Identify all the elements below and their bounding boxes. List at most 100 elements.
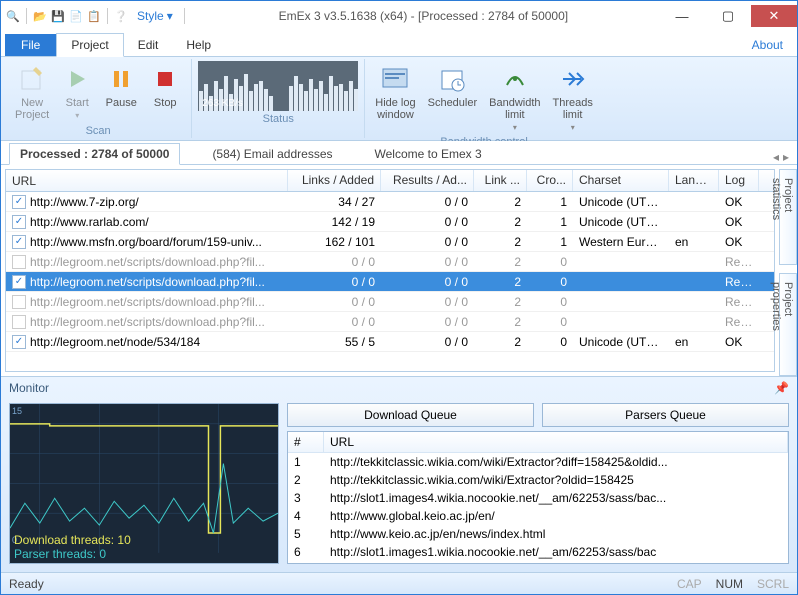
cell-results: 0 / 0 — [381, 333, 474, 351]
download-queue-button[interactable]: Download Queue — [287, 403, 534, 427]
row-checkbox[interactable] — [12, 235, 26, 249]
pin-icon[interactable]: 📌 — [774, 381, 789, 395]
minimize-button[interactable]: — — [659, 5, 705, 27]
cell-charset: Western Europ... — [573, 233, 669, 251]
cell-charset — [573, 300, 669, 304]
row-checkbox[interactable] — [12, 295, 26, 309]
bandwidth-icon — [499, 63, 531, 95]
col-link[interactable]: Link ... — [474, 170, 527, 191]
queue-row[interactable]: 4http://www.global.keio.ac.jp/en/ — [288, 507, 788, 525]
window-controls: — ▢ ✕ — [659, 5, 797, 27]
col-cro[interactable]: Cro... — [527, 170, 573, 191]
cell-link: 2 — [474, 313, 527, 331]
cell-url: http://www.rarlab.com/ — [30, 215, 149, 229]
cell-links: 0 / 0 — [288, 313, 381, 331]
statusbar: Ready CAP NUM SCRL — [1, 572, 797, 594]
maximize-button[interactable]: ▢ — [705, 5, 751, 27]
graph-legend: Download threads: 10 Parser threads: 0 — [14, 533, 131, 561]
start-button[interactable]: Start ▾ — [57, 61, 97, 122]
queue-url: http://slot1.images1.wikia.nocookie.net/… — [324, 544, 788, 560]
row-checkbox[interactable] — [12, 215, 26, 229]
cell-url: http://legroom.net/scripts/download.php?… — [30, 255, 265, 269]
pause-button[interactable]: Pause — [101, 61, 141, 111]
help-menu[interactable]: Help — [172, 34, 225, 56]
table-row[interactable]: http://legroom.net/scripts/download.php?… — [6, 312, 774, 332]
col-log[interactable]: Log — [719, 170, 759, 191]
cell-lang — [669, 200, 719, 204]
queue-row[interactable]: 2http://tekkitclassic.wikia.com/wiki/Ext… — [288, 471, 788, 489]
about-link[interactable]: About — [742, 34, 793, 56]
tab-prev-icon[interactable]: ◂ — [773, 150, 779, 164]
scheduler-icon — [436, 63, 468, 95]
threads-limit-button[interactable]: Threads limit ▾ — [549, 61, 597, 134]
cell-log: OK — [719, 213, 759, 231]
status-graph: 263 KB/s — [198, 61, 358, 111]
ribbon-bandwidth-group: Hide log window Scheduler Bandwidth limi… — [365, 59, 603, 138]
close-button[interactable]: ✕ — [751, 5, 797, 27]
main-content: URL Links / Added Results / Ad... Link .… — [1, 165, 797, 376]
cell-links: 162 / 101 — [288, 233, 381, 251]
scheduler-button[interactable]: Scheduler — [424, 61, 482, 111]
table-row[interactable]: http://legroom.net/scripts/download.php?… — [6, 272, 774, 292]
col-url[interactable]: URL — [6, 170, 288, 191]
content-tabs: Processed : 2784 of 50000 (584) Email ad… — [1, 141, 797, 165]
row-checkbox[interactable] — [12, 275, 26, 289]
ribbon-scan-group: New Project Start ▾ Pause Stop Scan — [5, 59, 192, 138]
queue-num: 6 — [288, 544, 324, 560]
table-body[interactable]: http://www.7-zip.org/34 / 270 / 021Unico… — [6, 192, 774, 371]
save-icon[interactable]: 💾 — [50, 8, 66, 24]
doc-icon[interactable]: 📄 — [68, 8, 84, 24]
hide-log-button[interactable]: Hide log window — [371, 61, 419, 123]
side-tab-properties[interactable]: Project properties — [779, 273, 797, 376]
cell-url: http://legroom.net/scripts/download.php?… — [30, 295, 265, 309]
tab-processed[interactable]: Processed : 2784 of 50000 — [9, 143, 180, 165]
tab-welcome[interactable]: Welcome to Emex 3 — [365, 144, 492, 164]
row-checkbox[interactable] — [12, 255, 26, 269]
help-icon[interactable]: ❔ — [113, 8, 129, 24]
queue-row[interactable]: 5http://www.keio.ac.jp/en/news/index.htm… — [288, 525, 788, 543]
quick-access-toolbar: 🔍 📂 💾 📄 📋 ❔ Style ▾ — [5, 8, 188, 24]
edit-menu[interactable]: Edit — [124, 34, 173, 56]
table-row[interactable]: http://www.msfn.org/board/forum/159-univ… — [6, 232, 774, 252]
table-row[interactable]: http://www.rarlab.com/142 / 190 / 021Uni… — [6, 212, 774, 232]
row-checkbox[interactable] — [12, 195, 26, 209]
cell-charset: Unicode (UTF-8) — [573, 213, 669, 231]
stop-button[interactable]: Stop — [145, 61, 185, 111]
export-icon[interactable]: 📋 — [86, 8, 102, 24]
table-row[interactable]: http://www.7-zip.org/34 / 270 / 021Unico… — [6, 192, 774, 212]
cell-charset — [573, 280, 669, 284]
queue-table: # URL 1http://tekkitclassic.wikia.com/wi… — [287, 431, 789, 564]
queue-row[interactable]: 6http://slot1.images1.wikia.nocookie.net… — [288, 543, 788, 561]
new-project-button[interactable]: New Project — [11, 61, 53, 123]
tab-next-icon[interactable]: ▸ — [783, 150, 789, 164]
row-checkbox[interactable] — [12, 315, 26, 329]
style-dropdown[interactable]: Style ▾ — [131, 9, 179, 23]
row-checkbox[interactable] — [12, 335, 26, 349]
cell-link: 2 — [474, 233, 527, 251]
table-row[interactable]: http://legroom.net/scripts/download.php?… — [6, 252, 774, 272]
qcol-url[interactable]: URL — [324, 432, 788, 452]
monitor-graph: 15 0 Download threads: 10 Parser threads… — [9, 403, 279, 564]
cell-charset: Unicode (UTF-8) — [573, 333, 669, 351]
bandwidth-limit-button[interactable]: Bandwidth limit ▾ — [485, 61, 544, 134]
tab-emails[interactable]: (584) Email addresses — [202, 144, 342, 164]
col-charset[interactable]: Charset — [573, 170, 669, 191]
open-icon[interactable]: 📂 — [32, 8, 48, 24]
cell-log: Red... — [719, 313, 759, 331]
project-menu[interactable]: Project — [56, 33, 123, 57]
col-results[interactable]: Results / Ad... — [381, 170, 474, 191]
table-row[interactable]: http://legroom.net/node/534/18455 / 50 /… — [6, 332, 774, 352]
table-row[interactable]: http://legroom.net/scripts/download.php?… — [6, 292, 774, 312]
queue-body[interactable]: 1http://tekkitclassic.wikia.com/wiki/Ext… — [288, 453, 788, 561]
cell-cro: 1 — [527, 193, 573, 211]
queue-row[interactable]: 1http://tekkitclassic.wikia.com/wiki/Ext… — [288, 453, 788, 471]
queue-row[interactable]: 3http://slot1.images4.wikia.nocookie.net… — [288, 489, 788, 507]
side-tab-statistics[interactable]: Project statistics — [779, 169, 797, 265]
status-scrl: SCRL — [757, 577, 789, 591]
parsers-queue-button[interactable]: Parsers Queue — [542, 403, 789, 427]
col-lang[interactable]: Lang ... — [669, 170, 719, 191]
col-links[interactable]: Links / Added — [288, 170, 381, 191]
cell-links: 0 / 0 — [288, 273, 381, 291]
file-menu[interactable]: File — [5, 34, 56, 56]
qcol-num[interactable]: # — [288, 432, 324, 452]
